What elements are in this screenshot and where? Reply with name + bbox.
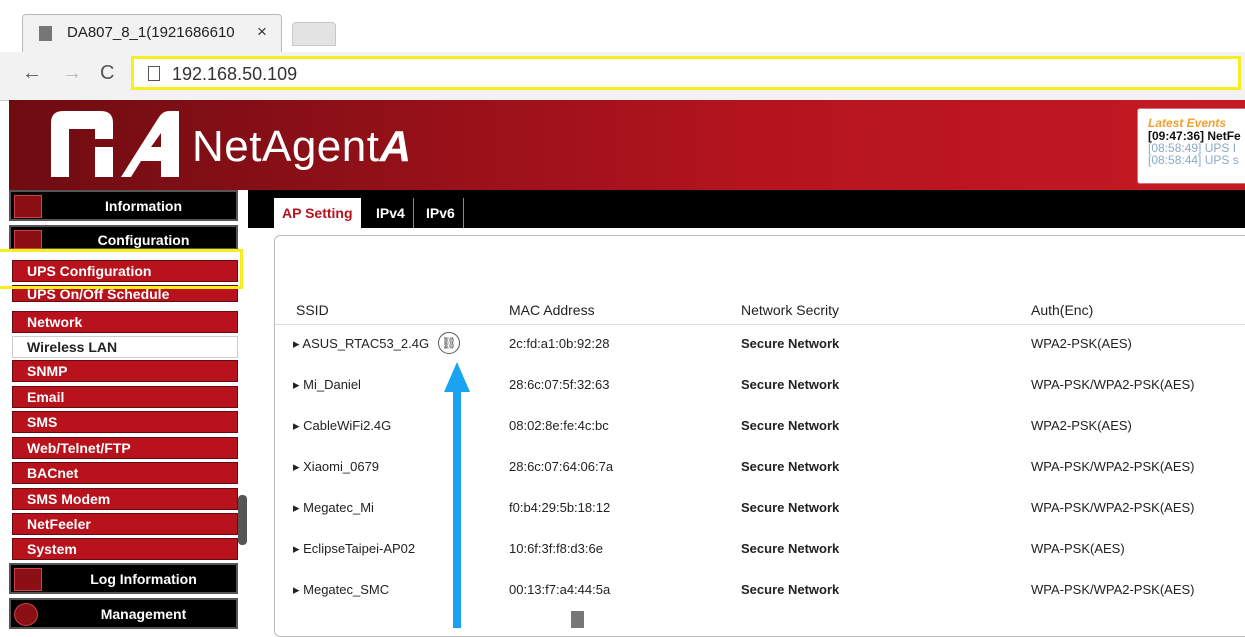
table-row-mac: 00:13:f7:a4:44:5a [509, 582, 611, 597]
tab-title: DA807_8_1(1921686610 [67, 24, 235, 41]
table-row-ssid[interactable]: ▸ Megatec_SMC [293, 582, 389, 598]
highlight-box-ups-configuration [0, 249, 243, 289]
column-header-mac: MAC Address [509, 302, 595, 318]
table-row-mac: 28:6c:07:64:06:7a [509, 459, 614, 474]
tab-ipv4[interactable]: IPv4 [368, 198, 414, 228]
new-tab-button[interactable] [292, 22, 336, 46]
table-row-ssid[interactable]: ▸ ASUS_RTAC53_2.4G [293, 336, 429, 352]
table-row-auth: WPA2-PSK(AES) [1031, 418, 1132, 433]
tab-ipv6[interactable]: IPv6 [418, 198, 464, 228]
table-row-security: Secure Network [741, 336, 840, 351]
section-log-information[interactable]: Log Information [9, 563, 238, 594]
url-text[interactable]: 192.168.50.109 [172, 64, 297, 85]
monitor-icon [14, 195, 42, 218]
table-row-auth: WPA-PSK/WPA2-PSK(AES) [1031, 377, 1195, 392]
sidebar-item-netfeeler[interactable]: NetFeeler [12, 513, 238, 535]
table-row-mac: f0:b4:29:5b:18:12 [509, 500, 611, 515]
table-row-security: Secure Network [741, 582, 840, 597]
ap-list-panel [274, 235, 1245, 637]
table-header-divider [275, 324, 1245, 325]
sidebar-item-web-telnet-ftp[interactable]: Web/Telnet/FTP [12, 437, 238, 459]
sidebar-item-network[interactable]: Network [12, 311, 238, 333]
folder-icon [14, 568, 42, 591]
close-tab-icon[interactable]: × [257, 22, 267, 42]
sidebar-item-sms[interactable]: SMS [12, 411, 238, 433]
reload-icon[interactable]: C [100, 62, 114, 85]
browser-tab[interactable]: DA807_8_1(1921686610 × [22, 14, 282, 53]
table-row-ssid[interactable]: ▸ Megatec_Mi [293, 500, 374, 516]
latest-events-panel[interactable]: Latest Events [09:47:36] NetFe [08:58:49… [1137, 108, 1245, 184]
back-icon[interactable]: ← [22, 62, 42, 85]
column-header-auth: Auth(Enc) [1031, 302, 1094, 318]
sidebar-item-wireless-lan[interactable]: Wireless LAN [12, 336, 238, 358]
tools-icon [14, 230, 42, 249]
logo-text: NetAgentA [192, 122, 412, 171]
table-row-ssid[interactable]: ▸ CableWiFi2.4G [293, 418, 391, 434]
column-header-ssid: SSID [296, 302, 329, 318]
netagent-logo-icon [51, 111, 179, 177]
link-icon[interactable]: ⛓ [438, 332, 460, 354]
column-header-security: Network Secrity [741, 302, 840, 318]
table-row-mac: 2c:fd:a1:0b:92:28 [509, 336, 610, 351]
section-management[interactable]: Management [9, 598, 238, 629]
sidebar-item-system[interactable]: System [12, 538, 238, 560]
table-row-auth: WPA2-PSK(AES) [1031, 336, 1132, 351]
table-row-mac: 08:02:8e:fe:4c:bc [509, 418, 609, 433]
section-information[interactable]: Information [9, 190, 238, 221]
table-row-auth: WPA-PSK/WPA2-PSK(AES) [1031, 582, 1195, 597]
browser-navbar: ← → C 192.168.50.109 [0, 52, 1245, 101]
tab-ap-setting[interactable]: AP Setting [274, 198, 361, 228]
annotation-arrow [453, 375, 461, 628]
table-row-security: Secure Network [741, 459, 840, 474]
sidebar-item-bacnet[interactable]: BACnet [12, 462, 238, 484]
table-row-mac: 28:6c:07:5f:32:63 [509, 377, 610, 392]
table-row-security: Secure Network [741, 418, 840, 433]
table-row-auth: WPA-PSK/WPA2-PSK(AES) [1031, 500, 1195, 515]
table-row-ssid[interactable]: ▸ Xiaomi_0679 [293, 459, 379, 475]
sidebar-item-snmp[interactable]: SNMP [12, 360, 238, 382]
browser-tabbar: DA807_8_1(1921686610 × [0, 0, 1245, 53]
page-icon [148, 66, 160, 81]
table-row-security: Secure Network [741, 541, 840, 556]
table-row-security: Secure Network [741, 500, 840, 515]
section-configuration[interactable]: Configuration [9, 225, 238, 250]
sidebar-collapse-handle[interactable] [238, 495, 247, 545]
address-bar[interactable]: 192.168.50.109 [131, 56, 1241, 90]
table-row-auth: WPA-PSK/WPA2-PSK(AES) [1031, 459, 1195, 474]
info-icon [14, 603, 38, 626]
table-row-ssid[interactable]: ▸ EclipseTaipei-AP02 [293, 541, 415, 557]
table-row-mac: 10:6f:3f:f8:d3:6e [509, 541, 603, 556]
table-row-security: Secure Network [741, 377, 840, 392]
table-row-ssid[interactable]: ▸ Mi_Daniel [293, 377, 361, 393]
sidebar-item-email[interactable]: Email [12, 386, 238, 408]
event-line: [08:58:44] UPS s [1148, 153, 1239, 167]
mouse-cursor-icon [571, 611, 584, 628]
events-title: Latest Events [1148, 116, 1227, 130]
table-row-auth: WPA-PSK(AES) [1031, 541, 1125, 556]
forward-icon[interactable]: → [62, 62, 82, 85]
content-tabbar: AP Setting IPv4 IPv6 [248, 190, 1245, 228]
page-favicon-icon [39, 26, 52, 41]
netagent-header: NetAgentA Latest Events [09:47:36] NetFe… [9, 100, 1245, 190]
sidebar-item-sms-modem[interactable]: SMS Modem [12, 488, 238, 510]
